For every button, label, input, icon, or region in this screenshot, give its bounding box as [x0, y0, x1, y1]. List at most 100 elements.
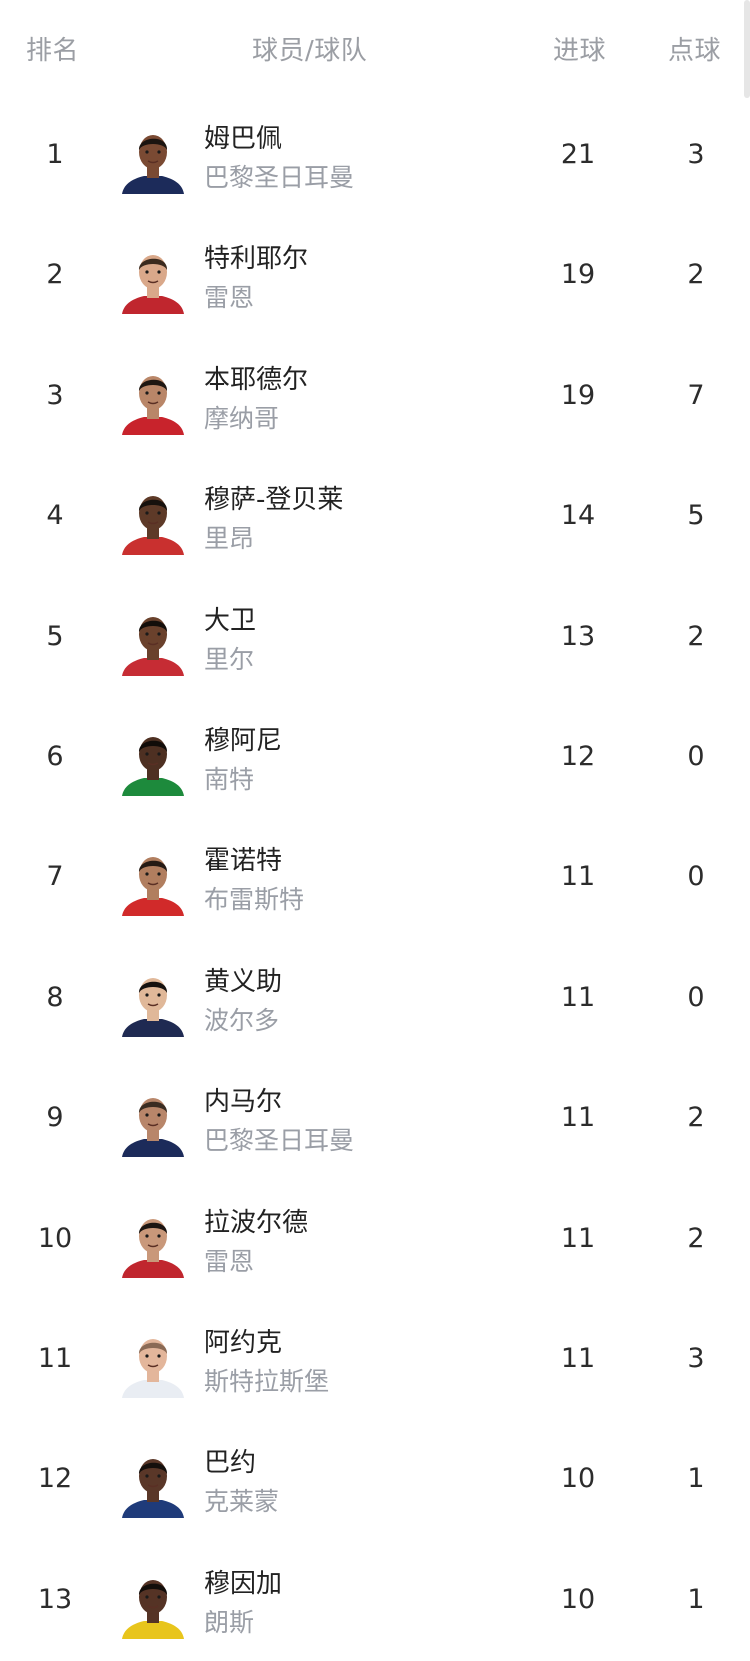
- player-avatar[interactable]: [118, 365, 188, 435]
- table-row[interactable]: 7 霍诺特 布雷斯特 11 0: [0, 822, 750, 942]
- rank-number: 6: [46, 740, 64, 772]
- table-header: 排名 球员/球队 进球 点球: [0, 0, 750, 100]
- player-name[interactable]: 特利耶尔: [204, 238, 308, 275]
- goals-value: 10: [560, 1583, 596, 1615]
- penalties-value: 3: [687, 139, 705, 170]
- table-row[interactable]: 5 大卫 里尔 13 2: [0, 582, 750, 702]
- table-row[interactable]: 3 本耶德尔 摩纳哥 19 7: [0, 341, 750, 461]
- rank-number: 2: [46, 259, 64, 291]
- goals-value: 12: [560, 740, 596, 772]
- penalties-value: 7: [687, 379, 705, 411]
- rank-number: 11: [37, 1342, 73, 1374]
- player-name[interactable]: 穆萨-登贝莱: [204, 479, 343, 516]
- player-avatar[interactable]: [118, 244, 188, 315]
- player-avatar[interactable]: [118, 124, 188, 194]
- team-name[interactable]: 巴黎圣日耳曼: [204, 158, 354, 194]
- team-name[interactable]: 南特: [204, 760, 254, 796]
- team-name[interactable]: 布雷斯特: [204, 880, 304, 916]
- player-photo-icon: [122, 977, 184, 1037]
- goals-value: 10: [560, 1463, 596, 1495]
- rank-number: 12: [37, 1463, 73, 1495]
- rank-number: 10: [37, 1222, 73, 1254]
- player-name[interactable]: 拉波尔德: [204, 1202, 308, 1239]
- player-photo-icon: [122, 1098, 184, 1158]
- player-avatar[interactable]: [118, 1087, 188, 1158]
- table-row[interactable]: 13 穆因加 朗斯 10 1: [0, 1545, 750, 1661]
- header-penalties[interactable]: 点球: [668, 30, 721, 67]
- rank-number: 1: [46, 139, 64, 170]
- team-name[interactable]: 雷恩: [204, 1242, 254, 1278]
- team-name[interactable]: 里昂: [204, 519, 254, 555]
- player-photo-icon: [122, 616, 184, 676]
- table-row[interactable]: 1 姆巴佩 巴黎圣日耳曼 21 3: [0, 100, 750, 220]
- goals-value: 19: [560, 379, 596, 411]
- header-goals[interactable]: 进球: [553, 30, 606, 67]
- team-name[interactable]: 里尔: [204, 640, 254, 676]
- goals-value: 11: [560, 861, 596, 893]
- rank-number: 13: [37, 1583, 73, 1615]
- team-name[interactable]: 波尔多: [204, 1001, 279, 1037]
- player-name[interactable]: 本耶德尔: [204, 359, 308, 396]
- penalties-value: 1: [687, 1463, 705, 1495]
- player-avatar[interactable]: [118, 1208, 188, 1278]
- player-photo-icon: [122, 1459, 184, 1519]
- player-photo-icon: [122, 255, 184, 315]
- scorer-list: 1 姆巴佩 巴黎圣日耳曼 21 3 2 特利耶尔 雷恩 19 2 3 本耶德尔 摩纳哥 19 7 4 穆萨-登贝…: [0, 100, 750, 1661]
- team-name[interactable]: 巴黎圣日耳曼: [204, 1121, 354, 1157]
- player-avatar[interactable]: [118, 726, 188, 796]
- player-photo-icon: [122, 1218, 184, 1278]
- scrollbar[interactable]: [744, 0, 750, 98]
- player-photo-icon: [122, 135, 184, 194]
- player-avatar[interactable]: [118, 1448, 188, 1519]
- player-avatar[interactable]: [118, 1569, 188, 1639]
- table-row[interactable]: 2 特利耶尔 雷恩 19 2: [0, 220, 750, 340]
- player-photo-icon: [122, 857, 184, 917]
- team-name[interactable]: 雷恩: [204, 278, 254, 314]
- penalties-value: 0: [687, 861, 705, 893]
- table-row[interactable]: 10 拉波尔德 雷恩 11 2: [0, 1184, 750, 1304]
- table-row[interactable]: 6 穆阿尼 南特 12 0: [0, 702, 750, 822]
- penalties-value: 5: [687, 500, 705, 532]
- penalties-value: 2: [687, 620, 705, 652]
- player-name[interactable]: 穆阿尼: [204, 720, 282, 757]
- table-row[interactable]: 9 内马尔 巴黎圣日耳曼 11 2: [0, 1063, 750, 1183]
- player-name[interactable]: 阿约克: [204, 1322, 282, 1359]
- player-avatar[interactable]: [118, 606, 188, 676]
- penalties-value: 3: [687, 1342, 705, 1374]
- team-name[interactable]: 斯特拉斯堡: [204, 1362, 329, 1398]
- goals-value: 11: [560, 1222, 596, 1254]
- team-name[interactable]: 摩纳哥: [204, 399, 279, 435]
- penalties-value: 1: [687, 1583, 705, 1615]
- player-name[interactable]: 巴约: [204, 1442, 256, 1479]
- penalties-value: 2: [687, 1102, 705, 1134]
- table-row[interactable]: 8 黄义助 波尔多 11 0: [0, 943, 750, 1063]
- player-photo-icon: [122, 375, 184, 435]
- player-avatar[interactable]: [118, 1328, 188, 1398]
- team-name[interactable]: 朗斯: [204, 1603, 254, 1639]
- rank-number: 3: [46, 379, 64, 411]
- table-row[interactable]: 11 阿约克 斯特拉斯堡 11 3: [0, 1304, 750, 1424]
- penalties-value: 0: [687, 981, 705, 1013]
- goals-value: 21: [560, 139, 596, 170]
- header-player-team: 球员/球队: [252, 36, 368, 66]
- player-name[interactable]: 黄义助: [204, 961, 282, 998]
- penalties-value: 0: [687, 740, 705, 772]
- player-name[interactable]: 姆巴佩: [204, 118, 282, 155]
- penalties-value: 2: [687, 259, 705, 291]
- player-avatar[interactable]: [118, 967, 188, 1037]
- player-avatar[interactable]: [118, 846, 188, 917]
- header-rank: 排名: [26, 36, 80, 66]
- player-name[interactable]: 大卫: [204, 600, 256, 637]
- table-row[interactable]: 4 穆萨-登贝莱 里昂 14 5: [0, 461, 750, 581]
- player-avatar[interactable]: [118, 485, 188, 556]
- table-row[interactable]: 12 巴约 克莱蒙 10 1: [0, 1424, 750, 1544]
- player-photo-icon: [122, 1338, 184, 1398]
- rank-number: 5: [46, 620, 64, 652]
- penalties-value: 2: [687, 1222, 705, 1254]
- player-name[interactable]: 穆因加: [204, 1563, 282, 1600]
- player-name[interactable]: 霍诺特: [204, 840, 282, 877]
- scorer-ranking-screen: 排名 球员/球队 进球 点球 1 姆巴佩 巴黎圣日耳曼 21 3 2 特利耶尔 雷恩 19 2 3 本…: [0, 0, 750, 1661]
- team-name[interactable]: 克莱蒙: [204, 1482, 279, 1518]
- player-name[interactable]: 内马尔: [204, 1081, 282, 1118]
- goals-value: 14: [560, 500, 596, 532]
